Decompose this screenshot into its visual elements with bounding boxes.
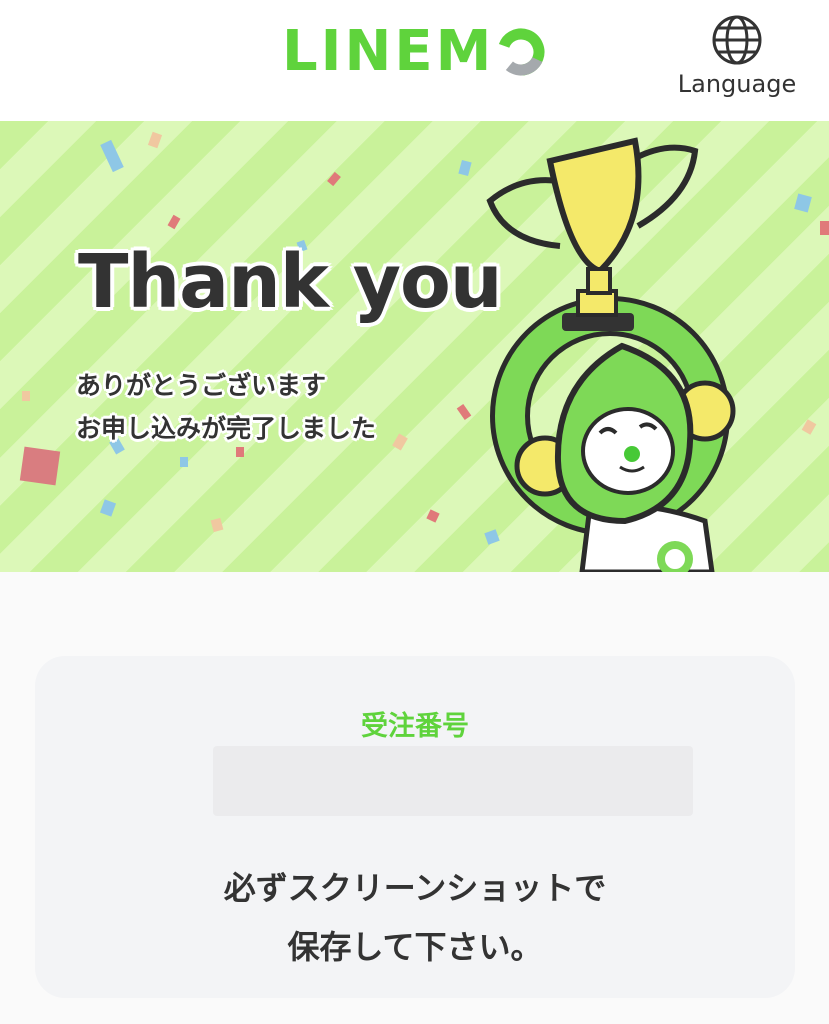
hero-title: Thank you (78, 239, 503, 325)
thank-you-banner: Thank you ありがとうございます お申し込みが完了しました (0, 121, 829, 572)
hero-message-line2: お申し込みが完了しました (76, 414, 377, 443)
screenshot-notice-line1: 必ずスクリーンショットで (223, 869, 607, 907)
mascot-with-trophy-illustration (486, 137, 736, 572)
linemo-logo[interactable]: LINEM (282, 24, 546, 80)
globe-icon (712, 15, 762, 65)
order-number-redacted (213, 746, 693, 816)
language-label: Language (677, 70, 797, 98)
screenshot-notice-line2: 保存して下さい。 (287, 928, 543, 966)
header: LINEM Language (0, 0, 829, 121)
language-button[interactable]: Language (672, 10, 802, 102)
hero-message-line1: ありがとうございます (76, 371, 327, 400)
order-number-card: 受注番号 必ずスクリーンショットで 保存して下さい。 (35, 656, 795, 998)
logo-text: LINEM (282, 19, 495, 84)
order-number-label: 受注番号 (361, 711, 469, 742)
logo-o-mark (497, 28, 545, 76)
